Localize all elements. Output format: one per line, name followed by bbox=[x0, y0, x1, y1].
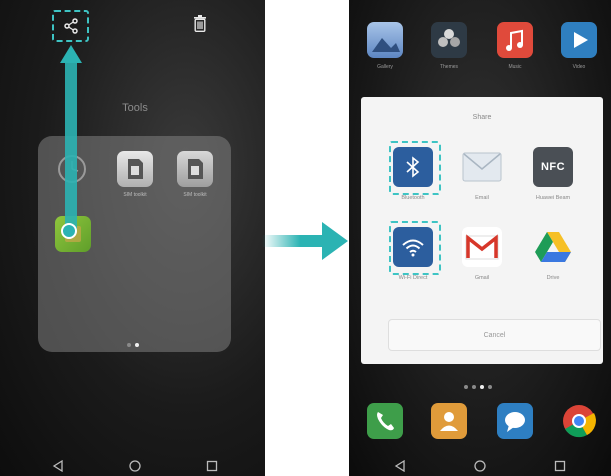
recents-icon[interactable] bbox=[206, 460, 218, 472]
music-app[interactable] bbox=[497, 22, 533, 58]
gallery-app[interactable] bbox=[367, 22, 403, 58]
bluetooth-icon bbox=[406, 156, 420, 178]
delete-drop-target[interactable] bbox=[191, 13, 209, 33]
messages-icon bbox=[505, 412, 525, 432]
nfc-icon: NFC bbox=[540, 161, 566, 173]
app-label: Music bbox=[508, 64, 522, 70]
sim-card-icon bbox=[188, 159, 203, 179]
contacts-icon bbox=[440, 412, 458, 431]
navigation-bar bbox=[20, 457, 250, 475]
page-dot bbox=[472, 385, 476, 389]
messages-app[interactable] bbox=[497, 403, 533, 439]
sim-card-icon bbox=[128, 159, 143, 179]
video-app[interactable] bbox=[561, 22, 597, 58]
share-option-label: Huawei Beam bbox=[535, 195, 571, 201]
app-label: Video bbox=[572, 64, 586, 70]
phone-screen-left: Tools SIM toolkit SIM toolkit bbox=[0, 0, 265, 476]
navigation-bar bbox=[360, 457, 600, 475]
themes-icon bbox=[438, 29, 460, 47]
drive-icon bbox=[535, 232, 571, 262]
share-option-label: Email bbox=[475, 195, 489, 201]
wifi-icon-tile bbox=[393, 227, 433, 267]
page-dot-active bbox=[135, 343, 139, 347]
video-icon bbox=[574, 32, 588, 48]
drive-icon-tile bbox=[533, 227, 573, 267]
chrome-app[interactable] bbox=[561, 403, 597, 439]
gmail-icon-tile bbox=[462, 227, 502, 267]
share-option-email[interactable]: Email bbox=[451, 147, 511, 213]
home-page-indicator bbox=[464, 385, 492, 389]
page-dot bbox=[127, 343, 131, 347]
page-dot bbox=[488, 385, 492, 389]
wifi-icon bbox=[402, 239, 424, 257]
trash-icon bbox=[194, 14, 206, 32]
gmail-icon bbox=[465, 234, 499, 260]
app-label: Gallery bbox=[377, 64, 393, 70]
back-icon[interactable] bbox=[394, 460, 406, 472]
folder-title: Tools bbox=[122, 102, 148, 114]
chrome-icon bbox=[563, 405, 596, 438]
share-option-label: Drive bbox=[546, 275, 560, 281]
share-drop-target[interactable] bbox=[52, 10, 89, 42]
nfc-icon-tile: NFC bbox=[533, 147, 573, 187]
share-option-label: Gmail bbox=[474, 275, 490, 281]
share-icon bbox=[63, 18, 78, 34]
phone-screen-right: Gallery Themes Music Video Share Bluetoo… bbox=[349, 0, 611, 476]
drag-arrow bbox=[60, 45, 82, 239]
sim-toolkit-app[interactable] bbox=[177, 151, 213, 187]
share-sheet-title: Share bbox=[472, 114, 492, 121]
phone-app[interactable] bbox=[367, 403, 403, 439]
app-label: SIM toolkit bbox=[123, 192, 147, 198]
flow-arrow bbox=[262, 222, 348, 260]
sim-toolkit-app[interactable] bbox=[117, 151, 153, 187]
share-option-bluetooth[interactable]: Bluetooth bbox=[382, 147, 442, 213]
themes-app[interactable] bbox=[431, 22, 467, 58]
share-sheet: Share Bluetooth Email NFC Huawei Beam Wi… bbox=[361, 97, 603, 364]
page-dot bbox=[464, 385, 468, 389]
share-option-drive[interactable]: Drive bbox=[522, 227, 582, 293]
home-icon[interactable] bbox=[474, 460, 486, 472]
share-option-label: Wi-Fi Direct bbox=[398, 275, 428, 281]
music-icon bbox=[506, 29, 523, 51]
gallery-icon bbox=[372, 38, 400, 52]
app-label: Themes bbox=[439, 64, 459, 70]
back-icon[interactable] bbox=[52, 460, 64, 472]
app-label: SIM toolkit bbox=[183, 192, 207, 198]
phone-icon bbox=[377, 412, 394, 431]
share-option-huawei-beam[interactable]: NFC Huawei Beam bbox=[522, 147, 582, 213]
share-option-wifi-direct[interactable]: Wi-Fi Direct bbox=[382, 227, 442, 293]
page-dot-active bbox=[480, 385, 484, 389]
share-option-gmail[interactable]: Gmail bbox=[451, 227, 511, 293]
email-icon bbox=[462, 152, 502, 182]
share-option-label: Bluetooth bbox=[401, 195, 425, 201]
bluetooth-icon-tile bbox=[393, 147, 433, 187]
recents-icon[interactable] bbox=[554, 460, 566, 472]
email-icon-tile bbox=[462, 147, 502, 187]
contacts-app[interactable] bbox=[431, 403, 467, 439]
home-icon[interactable] bbox=[129, 460, 141, 472]
folder-page-indicator bbox=[127, 343, 139, 347]
cancel-button[interactable]: Cancel bbox=[388, 319, 601, 351]
